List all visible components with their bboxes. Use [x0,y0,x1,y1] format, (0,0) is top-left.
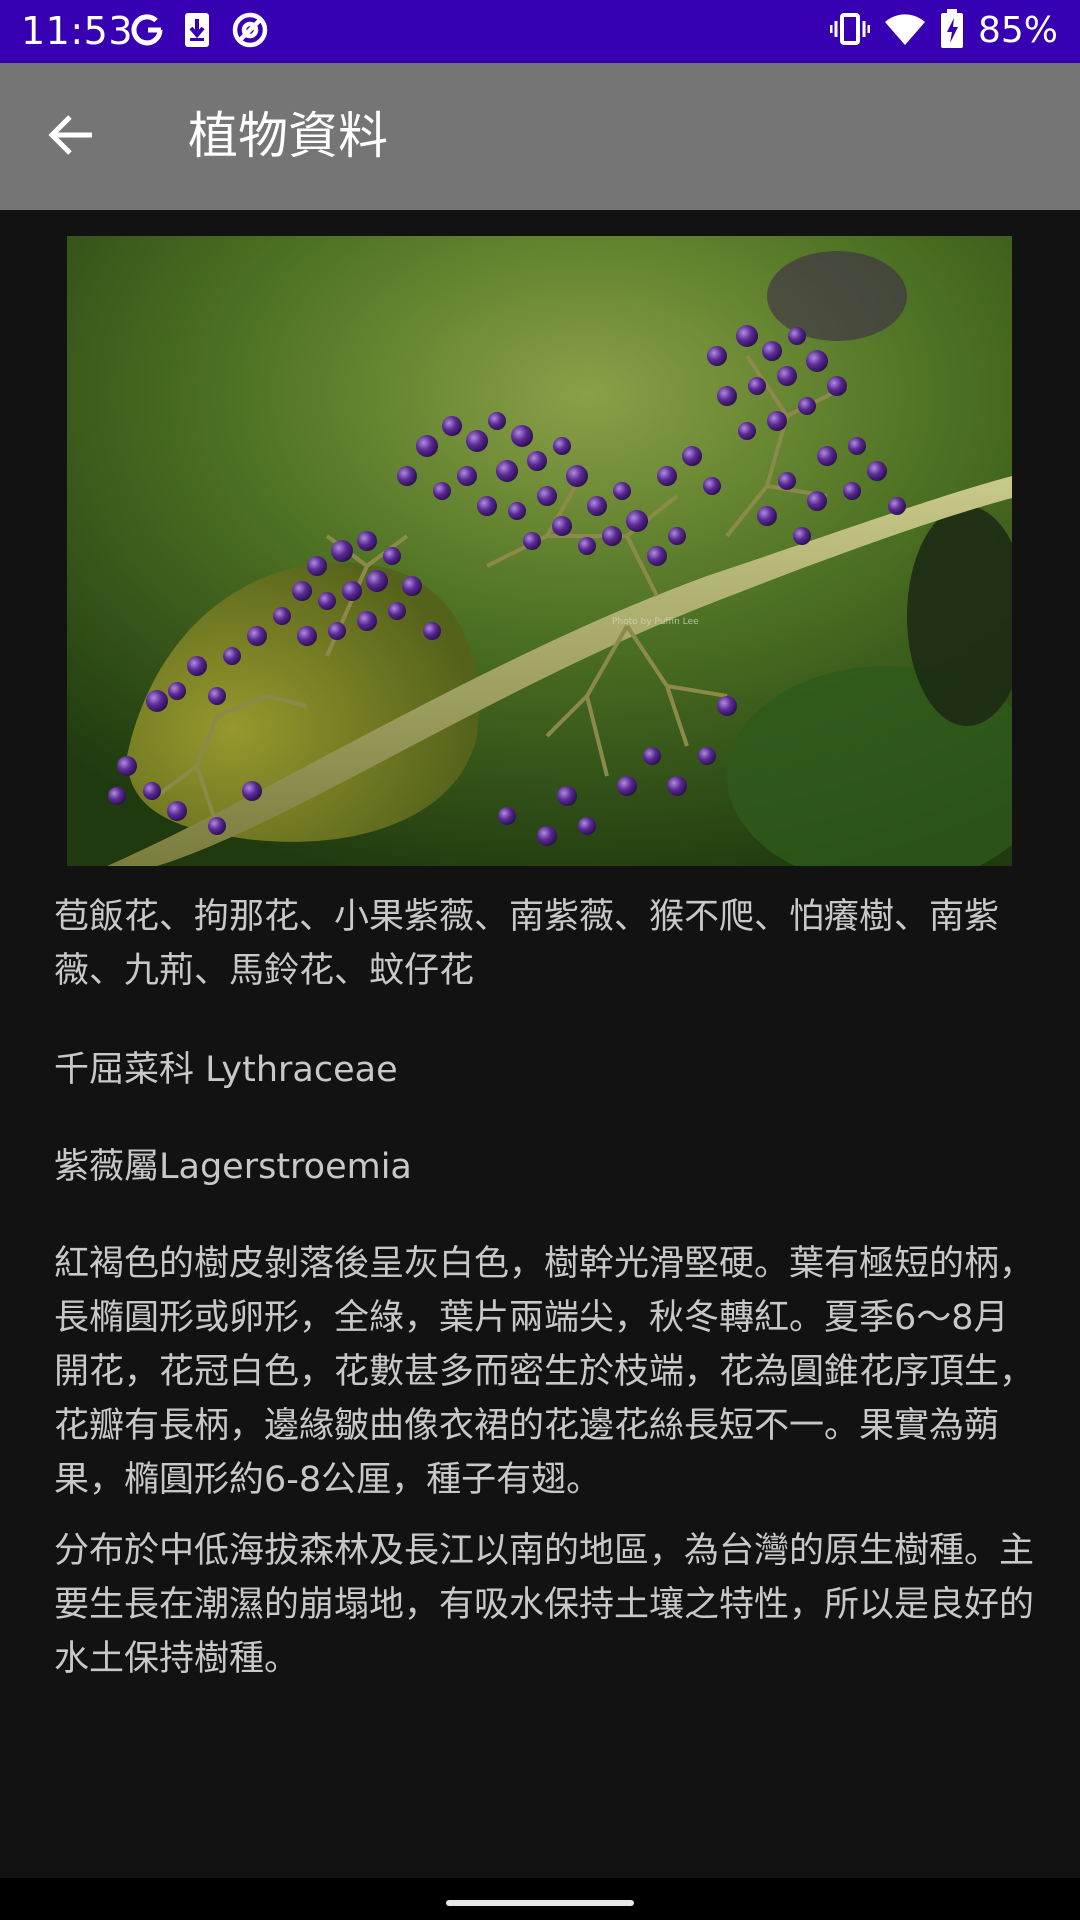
home-indicator[interactable] [446,1900,634,1906]
at-sign-icon [230,10,270,54]
plant-detail-content: Photo by Puffin Lee 苞飯花、拘那花、小果紫薇、南紫薇、猴不爬… [0,210,1080,1878]
notification-icons [130,10,270,54]
system-status-icons: 85% [829,8,1058,54]
description-paragraph: 紅褐色的樹皮剝落後呈灰白色，樹幹光滑堅硬。葉有極短的柄，長橢圓形或卵形，全綠，葉… [54,1244,1035,1500]
back-button[interactable] [28,101,114,173]
arrow-left-icon [46,113,96,161]
google-icon [130,12,164,52]
family-name: 千屈菜科 Lythraceae [54,1050,398,1090]
vibrate-icon [829,11,871,51]
wifi-icon [884,12,926,50]
photo-watermark: Photo by Puffin Lee [612,617,699,627]
distribution-paragraph: 分布於中低海拔森林及長江以南的地區，為台灣的原生樹種。主要生長在潮濕的崩塌地，有… [54,1531,1035,1679]
status-bar: 11:53 85% [0,0,1080,63]
plant-photo: Photo by Puffin Lee [67,236,1012,866]
genus-name: 紫薇屬Lagerstroemia [54,1147,412,1187]
download-icon [182,11,212,53]
gesture-nav-bar [0,1878,1080,1920]
app-toolbar: 植物資料 [0,63,1080,210]
plant-info-screen: 11:53 85% 植物資料 Photo by Puffin Lee 苞飯花、拘… [0,0,1080,1920]
battery-percent: 85% [977,10,1058,51]
common-names: 苞飯花、拘那花、小果紫薇、南紫薇、猴不爬、怕癢樹、南紫薇、九荊、馬鈴花、蚊仔花 [54,897,1000,991]
battery-charging-icon [940,9,964,53]
status-time: 11:53 [21,9,134,53]
page-title: 植物資料 [188,107,388,165]
